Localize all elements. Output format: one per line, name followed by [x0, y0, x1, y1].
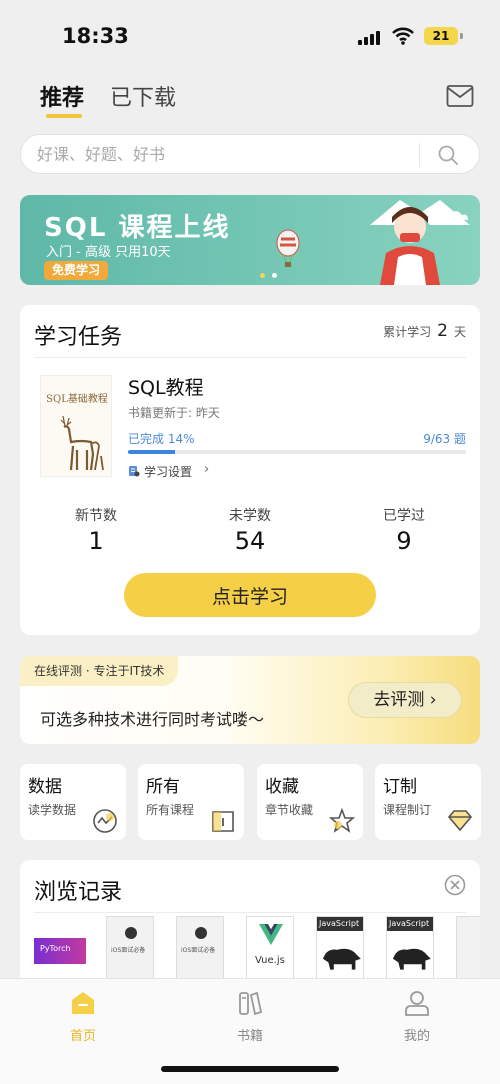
- close-icon[interactable]: [444, 874, 466, 896]
- history-item[interactable]: Vue.js: [246, 916, 294, 980]
- rhino-icon: [323, 948, 361, 970]
- book-title[interactable]: SQL教程: [128, 373, 204, 400]
- history-title: 浏览记录: [34, 880, 123, 905]
- shortcut-title: 所有: [146, 777, 180, 797]
- tabbar-me[interactable]: 我的: [377, 989, 457, 1044]
- progress-fill: [128, 450, 176, 454]
- book-cover[interactable]: SQL基础教程: [40, 375, 112, 477]
- stat-value: 1: [88, 527, 104, 555]
- shortcut-all-courses[interactable]: 所有 所有课程: [138, 764, 244, 840]
- banner-subtitle: 入门 - 高级 只用10天: [46, 245, 171, 260]
- signal-icon: [358, 29, 384, 45]
- book-update-time: 书籍更新于: 昨天: [128, 406, 220, 420]
- pytorch-cover: PyTorch: [34, 938, 86, 964]
- search-bar: [20, 134, 480, 174]
- shortcut-title: 订制: [383, 777, 417, 797]
- wifi-icon: [392, 27, 414, 45]
- history-item[interactable]: JavaScript: [316, 916, 364, 980]
- search-icon[interactable]: [437, 144, 459, 166]
- promo-banner[interactable]: SQL 课程上线 入门 - 高级 只用10天 免费学习: [20, 195, 480, 285]
- history-item-label: PyTorch: [40, 944, 71, 953]
- go-evaluate-button[interactable]: 去评测 ›: [348, 682, 462, 718]
- tabbar-label: 书籍: [236, 1029, 263, 1044]
- settings-icon: [129, 466, 140, 477]
- stat-label: 已学过: [383, 508, 425, 524]
- js-cover: JavaScript: [317, 917, 363, 931]
- home-indicator: [161, 1066, 339, 1072]
- stat-label: 未学数: [229, 508, 271, 524]
- books-icon: [239, 991, 263, 1016]
- history-item-partial[interactable]: [456, 916, 480, 980]
- chart-icon: [93, 809, 117, 833]
- mail-icon[interactable]: [446, 84, 474, 108]
- apple-icon: [195, 927, 207, 939]
- shortcut-title: 数据: [28, 777, 62, 797]
- history-item[interactable]: iOS面试必备: [106, 916, 154, 980]
- stat-new-sections: 新节数 1: [36, 505, 156, 555]
- study-task-card: 学习任务 累计学习 2 天 SQL基础教程 SQL教程 书籍更新于: 昨天 已完成 …: [20, 305, 480, 635]
- shortcut-subtitle: 所有课程: [146, 803, 195, 817]
- chevron-right-icon: ›: [204, 462, 210, 477]
- shortcut-subtitle: 课程制订: [383, 803, 432, 817]
- banner-pagination: [260, 273, 280, 279]
- user-icon: [405, 991, 429, 1016]
- history-item-label: iOS面试必备: [111, 947, 146, 954]
- apple-icon: [125, 927, 137, 939]
- divider: [34, 357, 466, 358]
- history-item[interactable]: PyTorch: [34, 924, 86, 980]
- shortcut-title: 收藏: [265, 777, 299, 797]
- home-icon: [72, 992, 94, 1014]
- history-item-label: iOS面试必备: [181, 947, 216, 954]
- status-bar: 18:33 21: [0, 0, 500, 70]
- clock: 18:33: [62, 24, 129, 48]
- progress-label: 已完成 14%: [128, 432, 195, 446]
- start-study-button[interactable]: 点击学习: [124, 573, 376, 617]
- tabbar-home[interactable]: 首页: [43, 989, 123, 1044]
- banner-title: SQL 课程上线: [44, 213, 231, 243]
- tab-active-indicator: [46, 114, 82, 118]
- progress-count: 9/63 题: [423, 432, 466, 446]
- progress-bar: [128, 450, 466, 454]
- tab-recommend[interactable]: 推荐: [40, 80, 84, 112]
- evaluation-tag: 在线评测 · 专注于IT技术: [20, 656, 179, 686]
- task-title: 学习任务: [34, 325, 123, 350]
- tabbar-label: 我的: [403, 1029, 430, 1044]
- history-item[interactable]: JavaScript: [386, 916, 434, 980]
- history-item-label: JavaScript: [389, 919, 430, 928]
- online-evaluation-card[interactable]: 在线评测 · 专注于IT技术 可选多种技术进行同时考试喽～ 去评测 ›: [20, 656, 480, 744]
- banner-illustration: [276, 200, 470, 285]
- banner-free-button[interactable]: 免费学习: [44, 261, 109, 280]
- deer-icon: [60, 415, 104, 471]
- stat-unlearned: 未学数 54: [190, 505, 310, 555]
- stat-learned: 已学过 9: [344, 505, 464, 555]
- study-settings-link[interactable]: 学习设置: [144, 463, 192, 480]
- stat-label: 新节数: [75, 508, 117, 524]
- diamond-icon: [447, 810, 473, 832]
- shortcut-custom[interactable]: 订制 课程制订: [375, 764, 481, 840]
- shortcut-data[interactable]: 数据 读学数据: [20, 764, 126, 840]
- evaluation-text: 可选多种技术进行同时考试喽～: [40, 710, 265, 729]
- star-icon: [329, 808, 355, 833]
- js-cover: JavaScript: [387, 917, 433, 931]
- tab-downloaded[interactable]: 已下载: [110, 80, 176, 112]
- study-days: 累计学习 2 天: [383, 321, 466, 341]
- shortcut-subtitle: 章节收藏: [265, 803, 314, 817]
- search-input[interactable]: [37, 135, 417, 173]
- tabbar-label: 首页: [69, 1029, 96, 1044]
- history-item-label: Vue.js: [255, 955, 285, 966]
- shortcut-favorites[interactable]: 收藏 章节收藏: [257, 764, 363, 840]
- tabbar-books[interactable]: 书籍: [210, 989, 290, 1044]
- shortcut-subtitle: 读学数据: [28, 803, 77, 817]
- book-icon: [212, 811, 234, 832]
- search-divider: [419, 143, 420, 167]
- rhino-icon: [393, 948, 431, 970]
- stat-value: 9: [396, 527, 412, 555]
- divider: [34, 912, 466, 913]
- vue-logo-icon: [259, 924, 283, 945]
- history-item-label: JavaScript: [319, 919, 360, 928]
- stat-value: 54: [234, 527, 266, 555]
- book-cover-title: SQL基础教程: [46, 394, 108, 405]
- battery-indicator: 21: [424, 27, 463, 45]
- history-item[interactable]: iOS面试必备: [176, 916, 224, 980]
